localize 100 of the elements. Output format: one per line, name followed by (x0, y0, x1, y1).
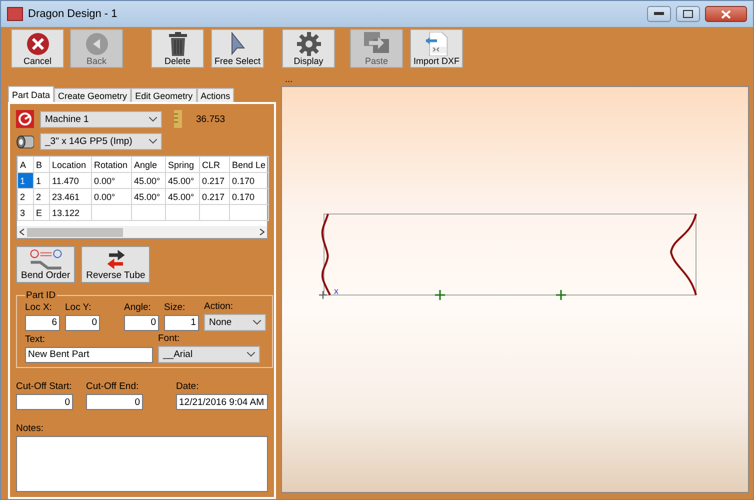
toolbar-button[interactable]: Cancel (11, 29, 64, 68)
column-header: Rotation (92, 156, 132, 172)
paste-arrow-icon (364, 32, 390, 54)
loc-y-field[interactable]: 0 (65, 314, 100, 330)
table-cell: 0.00° (92, 172, 132, 188)
table-row[interactable]: 3 E 13.122 (18, 204, 268, 220)
column-header: CLR (200, 156, 230, 172)
table-cell (132, 204, 166, 220)
table-cell: 0.217 (200, 172, 230, 188)
back-icon (84, 32, 108, 56)
field-label: Size: (164, 302, 186, 312)
toolbar-button[interactable]: Free Select (211, 29, 264, 68)
toolbar-button[interactable]: Delete (151, 29, 204, 68)
angle-field[interactable]: 0 (124, 314, 159, 330)
horizontal-scrollbar[interactable] (17, 226, 267, 238)
column-header: Spring (166, 156, 200, 172)
action-button[interactable]: Bend Order (16, 246, 76, 283)
length-reading: 36.753 (196, 114, 226, 124)
cursor-arrow-icon (230, 32, 246, 56)
scroll-left-icon (19, 228, 25, 236)
close-icon (721, 10, 731, 18)
action-button[interactable]: Reverse Tube (81, 246, 150, 283)
table-cell: 2 (18, 188, 34, 204)
tab[interactable]: Actions (196, 88, 234, 102)
close-button[interactable] (705, 6, 747, 22)
field-label: Notes: (16, 423, 44, 434)
tab[interactable]: Edit Geometry (131, 88, 197, 102)
origin-marker (318, 290, 328, 300)
table-cell: 0.170 (230, 188, 268, 204)
table-cell: 45.00° (132, 172, 166, 188)
maximize-icon (683, 10, 693, 18)
field-label: Angle: (124, 302, 152, 312)
field-label: Loc X: (25, 302, 53, 312)
action-dropdown[interactable]: None (204, 314, 266, 331)
table-row[interactable]: 2 2 23.461 0.00° 45.00° 45.00° 0.217 0.170 (18, 188, 268, 204)
field-label: Text: (25, 334, 46, 344)
app-logo-icon (7, 7, 23, 21)
date-field[interactable]: 12/21/2016 9:04 AM (176, 394, 268, 410)
text-field[interactable]: New Bent Part (25, 346, 153, 362)
column-header: A (18, 156, 34, 172)
table-cell (200, 204, 230, 220)
maximize-button[interactable] (676, 6, 700, 22)
table-cell: 0.170 (230, 172, 268, 188)
cut-off-end-field[interactable]: 0 (86, 394, 143, 410)
font-dropdown[interactable]: __Arial (158, 346, 260, 363)
field-label: Font: (158, 333, 181, 344)
table-cell: 0.217 (200, 188, 230, 204)
table-cell: 45.00° (132, 188, 166, 204)
loc-x-field[interactable]: 6 (25, 314, 60, 330)
caret-icon (149, 139, 157, 144)
drawing-canvas[interactable]: x (281, 86, 749, 493)
bend-order-icon (28, 249, 64, 270)
table-cell: E (34, 204, 50, 220)
origin-label: x (334, 287, 338, 296)
window-title: Dragon Design - 1 (28, 8, 118, 20)
plus-marker (555, 289, 567, 301)
column-header: Angle (132, 156, 166, 172)
canvas-caption: ... (284, 75, 294, 86)
caret-icon (253, 320, 261, 325)
field-label: Cut-Off End: (86, 381, 140, 392)
minimize-icon (654, 12, 664, 16)
notes-field[interactable] (16, 436, 268, 492)
tube-dropdown[interactable]: _3" x 14G PP5 (Imp) (40, 133, 162, 150)
size-field[interactable]: 1 (164, 314, 199, 330)
group-title: Part ID (25, 290, 57, 301)
caret-icon (247, 352, 255, 357)
table-cell (92, 204, 132, 220)
table-cell: 1 (18, 172, 34, 188)
table-cell (166, 204, 200, 220)
dxf-file-icon (424, 32, 448, 56)
machine-logo-icon (16, 110, 34, 128)
table-cell: 0.00° (92, 188, 132, 204)
tab[interactable]: Create Geometry (54, 88, 132, 102)
table-cell: 3 (18, 204, 34, 220)
table-cell: 11.470 (50, 172, 92, 188)
field-label: Date: (176, 381, 200, 392)
cut-off-start-field[interactable]: 0 (16, 394, 73, 410)
minimize-button[interactable] (647, 6, 671, 22)
table-cell (230, 204, 268, 220)
tab[interactable]: Part Data (8, 86, 54, 102)
table-row[interactable]: 1 1 11.470 0.00° 45.00° 45.00° 0.217 0.170 (18, 172, 268, 188)
scroll-right-icon (259, 228, 265, 236)
trash-icon (168, 32, 188, 56)
column-header: B (34, 156, 50, 172)
table-cell: 45.00° (166, 188, 200, 204)
table-cell: 2 (34, 188, 50, 204)
table-cell: 13.122 (50, 204, 92, 220)
field-label: Loc Y: (65, 302, 92, 312)
table-cell: 45.00° (166, 172, 200, 188)
toolbar-button[interactable]: Import DXF (410, 29, 463, 68)
table-cell: 23.461 (50, 188, 92, 204)
ruler-icon (174, 110, 182, 128)
field-label: Cut-Off Start: (16, 381, 73, 392)
caret-icon (149, 116, 157, 122)
cancel-icon (26, 32, 50, 56)
column-header: Bend Le (230, 156, 268, 172)
field-label: Action: (204, 301, 234, 312)
table-cell: 1 (34, 172, 50, 188)
machine-dropdown[interactable]: Machine 1 (40, 110, 162, 128)
toolbar-button[interactable]: Display (282, 29, 335, 68)
